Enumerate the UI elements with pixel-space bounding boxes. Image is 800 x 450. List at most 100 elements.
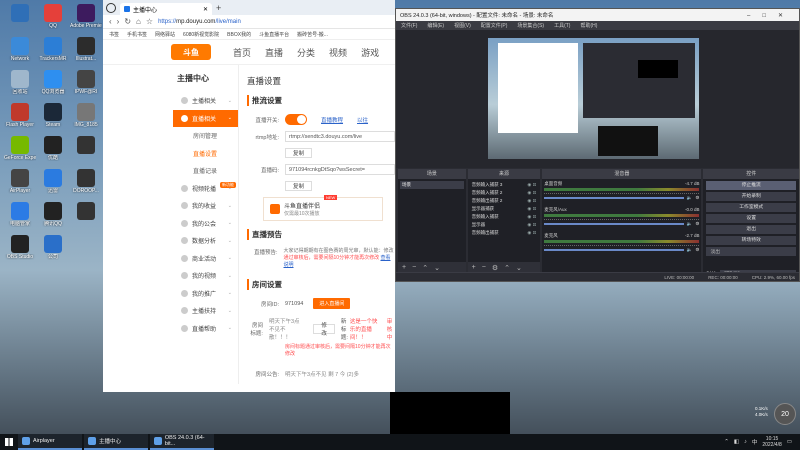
control-button[interactable]: 工作室模式 (706, 203, 796, 212)
scene-up-icon[interactable]: ⌃ (422, 264, 428, 272)
obs-menu-item[interactable]: 场景集合(S) (517, 22, 544, 29)
site-nav-item[interactable]: 直播 (265, 46, 283, 59)
gear-icon[interactable]: ⚙ (695, 221, 699, 227)
visibility-lock-icon[interactable]: ◉ ⊡ (527, 182, 536, 188)
bookmark-item[interactable]: 书签 (109, 31, 119, 38)
sidebar-item[interactable]: 房间管理 (173, 127, 238, 145)
sidebar-item[interactable]: 直播记录 (173, 162, 238, 180)
taskbar-item[interactable]: 主播中心 (84, 434, 148, 450)
tab-close-icon[interactable]: ✕ (203, 6, 208, 13)
site-nav-item[interactable]: 首页 (233, 46, 251, 59)
tray-network-icon[interactable]: ◧ (734, 439, 739, 445)
source-item[interactable]: 显示器捕获 ◉ ⊡ (470, 205, 539, 213)
desktop-icon[interactable]: 回收站 (4, 70, 36, 95)
sidebar-item[interactable]: 直播相关 ⌄ (173, 109, 238, 127)
obs-menu-item[interactable]: 视图(V) (454, 22, 471, 29)
control-button[interactable]: 停止推流 (706, 181, 796, 190)
transition-select[interactable]: 淡出 (706, 247, 796, 256)
sidebar-item[interactable]: 主播相关 ⌄ (173, 92, 238, 110)
bookmark-item[interactable]: 6080新视觉影院 (183, 31, 219, 38)
desktop-icon[interactable]: 腾讯QQ (37, 202, 69, 227)
edit-title-button[interactable]: 修改 (313, 323, 335, 337)
source-item[interactable]: 音频输入捕获 ◉ ⊡ (470, 213, 539, 221)
desktop-icon[interactable]: GeForce Experience (4, 136, 36, 161)
source-item[interactable]: 音频输入捕获 3 ◉ ⊡ (470, 181, 539, 189)
sidebar-item[interactable]: 我的视频 ⌄ (173, 267, 238, 285)
tray-volume-icon[interactable]: ♪ (744, 439, 747, 445)
gear-icon[interactable]: ⚙ (695, 195, 699, 201)
visibility-lock-icon[interactable]: ◉ ⊡ (527, 190, 536, 196)
desktop-icon[interactable]: IPWF@RI (70, 70, 102, 95)
control-button[interactable]: 设置 (706, 214, 796, 223)
site-nav-item[interactable]: 分类 (297, 46, 315, 59)
speaker-icon[interactable]: 🔈 (687, 221, 693, 227)
obs-preview-canvas[interactable] (488, 38, 699, 159)
bookmark-item[interactable]: 手机书签 (127, 31, 147, 38)
sidebar-item[interactable]: 我的收益 ⌄ (173, 197, 238, 215)
desktop-icon[interactable]: 优酷 (37, 136, 69, 161)
companion-promo[interactable]: 斗鱼直播伴侣 仅需最10次播放 NEW (263, 195, 383, 221)
forward-icon[interactable]: › (117, 17, 120, 26)
enter-room-button[interactable]: 进入直播间 (313, 298, 351, 309)
desktop-icon[interactable]: TrackersMR (37, 37, 69, 62)
notification-icon[interactable]: ▭ (787, 439, 792, 445)
visibility-lock-icon[interactable]: ◉ ⊡ (527, 230, 536, 236)
desktop-icon[interactable]: Illustrat... (70, 37, 102, 62)
scene-down-icon[interactable]: ⌄ (434, 264, 440, 272)
sidebar-item[interactable]: 我的公会 ⌄ (173, 215, 238, 233)
desktop-icon[interactable]: Adobe Premiere (70, 4, 102, 29)
start-button[interactable] (0, 434, 18, 450)
history-link[interactable]: 以往 (357, 116, 368, 124)
sidebar-item[interactable]: 数据分析 ⌄ (173, 232, 238, 250)
taskbar-item[interactable]: Airplayer (18, 434, 82, 450)
source-item[interactable]: 音频输入捕获 2 ◉ ⊡ (470, 189, 539, 197)
sidebar-item[interactable]: 我的推广 ⌄ (173, 285, 238, 303)
volume-slider[interactable] (544, 197, 684, 199)
rtmp-field[interactable]: rtmp://sendtc3.douyu.com/live (285, 131, 395, 142)
clock[interactable]: 10:15 2022/4/8 (762, 436, 781, 448)
douyu-logo[interactable]: 斗鱼 (171, 44, 211, 60)
back-icon[interactable]: ‹ (109, 17, 112, 26)
site-nav-item[interactable]: 视频 (329, 46, 347, 59)
star-icon[interactable]: ☆ (146, 17, 153, 26)
control-button[interactable]: 开始录制 (706, 192, 796, 201)
tray-lang[interactable]: 中 (752, 438, 758, 446)
control-button[interactable]: 退出 (706, 225, 796, 234)
desktop-icon[interactable]: Steam (37, 103, 69, 128)
source-item[interactable]: 显示器 ◉ ⊡ (470, 221, 539, 229)
home-icon[interactable]: ⌂ (136, 17, 141, 26)
copy-rtmp-button[interactable]: 复制 (285, 148, 313, 158)
desktop-icon[interactable]: OBS Studio (4, 235, 36, 260)
desktop-icon[interactable] (4, 4, 36, 23)
sidebar-item[interactable]: 视频轮播 新功能 ⌄ (173, 180, 238, 198)
visibility-lock-icon[interactable]: ◉ ⊡ (527, 198, 536, 204)
announce-value[interactable]: 明天下午3点不见 剩 7 今 (2)多 (285, 370, 359, 378)
source-up-icon[interactable]: ⌃ (504, 264, 510, 272)
obs-menu-item[interactable]: 文件(F) (401, 22, 417, 29)
source-item[interactable]: 音频输出捕获 2 ◉ ⊡ (470, 197, 539, 205)
speaker-icon[interactable]: 🔈 (687, 247, 693, 253)
sidebar-item[interactable]: 直播设置 (173, 145, 238, 163)
obs-menu-item[interactable]: 工具(T) (554, 22, 570, 29)
remove-source-icon[interactable]: − (482, 264, 486, 271)
desktop-icon[interactable]: Network (4, 37, 36, 62)
site-nav-item[interactable]: 游戏 (361, 46, 379, 59)
bookmark-item[interactable]: 搬砖苦号-搬... (297, 31, 328, 38)
taskbar-item[interactable]: OBS 24.0.3 (64-bit... (150, 434, 214, 450)
volume-slider[interactable] (544, 223, 684, 225)
address-bar[interactable]: https:// mp.douyu.com /live/main (158, 17, 389, 27)
browser-tab[interactable]: 主播中心 ✕ (120, 3, 212, 15)
volume-slider[interactable] (544, 249, 684, 251)
code-field[interactable]: 971094rcnkgDtSqo?wsSecret= (285, 164, 395, 175)
sidebar-item[interactable]: 直播帮助 ⌄ (173, 320, 238, 338)
tray-arrow-icon[interactable]: ⌃ (724, 439, 729, 445)
speaker-icon[interactable]: 🔈 (687, 195, 693, 201)
sidebar-item[interactable]: 商业活动 ⌄ (173, 250, 238, 268)
window-controls[interactable]: –□✕ (747, 12, 795, 19)
new-tab-button[interactable]: + (216, 3, 221, 13)
live-switch-toggle[interactable] (285, 114, 307, 125)
desktop-icon[interactable]: 公司 (37, 235, 69, 260)
bookmark-item[interactable]: 网络驿站 (155, 31, 175, 38)
visibility-lock-icon[interactable]: ◉ ⊡ (527, 214, 536, 220)
floating-badge[interactable]: 20 (774, 403, 796, 425)
